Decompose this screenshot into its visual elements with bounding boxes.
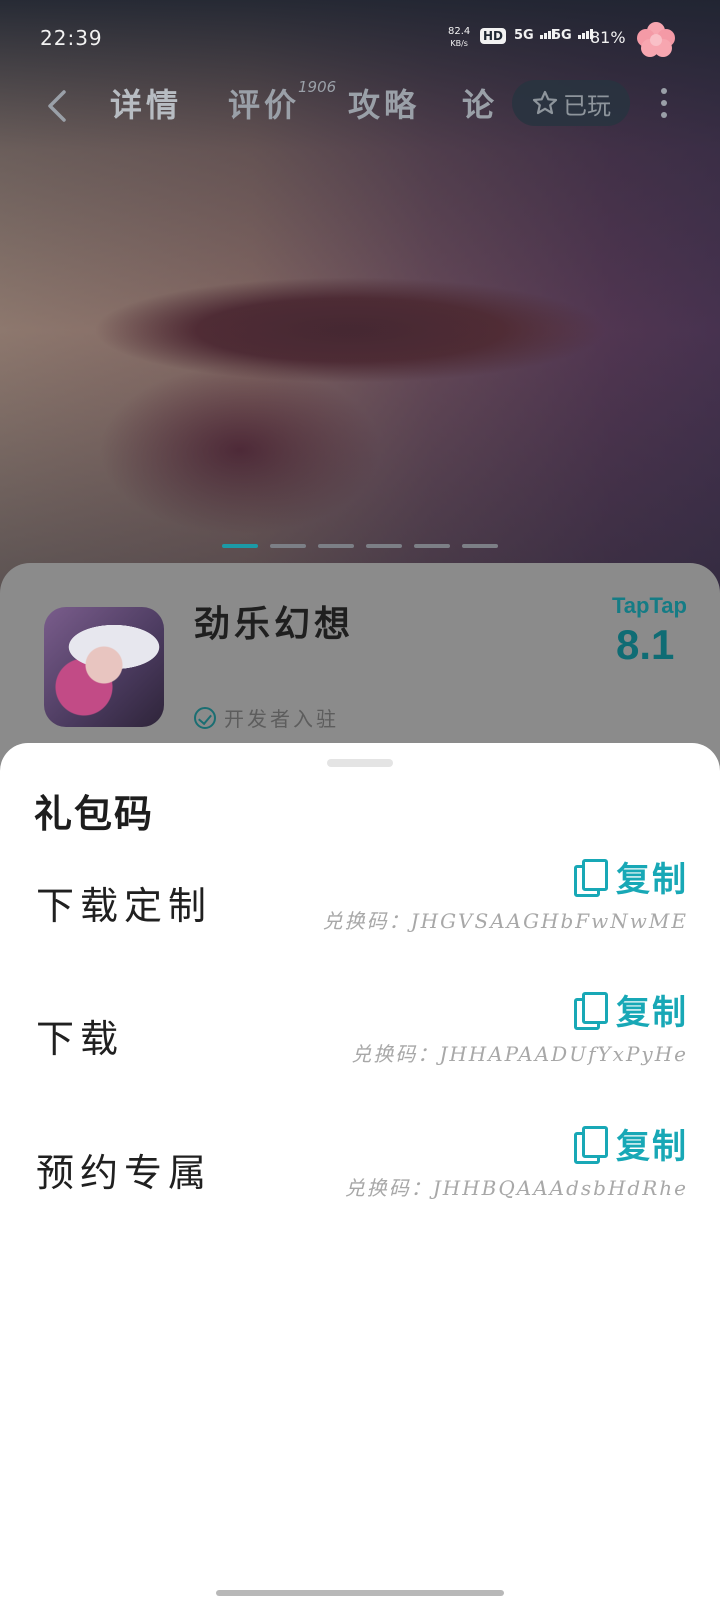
carousel-dot[interactable] — [318, 544, 354, 548]
clock: 22:39 — [40, 26, 103, 50]
gift-name: 预约专属 — [36, 1151, 213, 1195]
redeem-code: 兑换码：JHHBQAAAdsbHdRhe — [344, 1176, 688, 1200]
signal-icon: 5G — [514, 28, 556, 43]
network-speed-value: 82.4 — [448, 26, 471, 37]
carousel-dot[interactable] — [222, 544, 258, 548]
developer-badge-label: 开发者入驻 — [224, 707, 339, 731]
developer-badge[interactable]: 开发者入驻 — [194, 703, 339, 732]
tab-detail[interactable]: 详情 — [110, 80, 182, 126]
review-count-badge: 1906 — [298, 78, 337, 96]
game-app-icon[interactable] — [44, 607, 164, 727]
played-button[interactable]: 已玩 — [512, 80, 630, 126]
gift-code-row: 下载 复制 兑换码：JHHAPAADUfYxPyHe — [0, 988, 720, 1098]
flower-avatar-icon — [637, 22, 675, 57]
gift-name: 下载定制 — [36, 884, 213, 928]
played-label: 已玩 — [563, 91, 611, 120]
copy-icon — [574, 859, 608, 897]
carousel-dot[interactable] — [366, 544, 402, 548]
copy-button[interactable]: 复制 — [574, 855, 688, 900]
signal-label: 5G — [552, 28, 572, 43]
copy-label: 复制 — [616, 992, 688, 1033]
carousel-indicator — [222, 544, 498, 548]
verified-check-icon — [194, 706, 216, 729]
sheet-title: 礼包码 — [34, 791, 155, 836]
carousel-dot[interactable] — [270, 544, 306, 548]
gift-code-row: 预约专属 复制 兑换码：JHHBQAAAdsbHdRhe — [0, 1122, 720, 1232]
gift-name: 下载 — [36, 1017, 125, 1061]
rating-score: 8.1 — [616, 621, 675, 668]
signal-label: 5G — [514, 28, 534, 43]
copy-label: 复制 — [616, 1126, 688, 1167]
tab-guide[interactable]: 攻略 — [348, 80, 420, 126]
home-indicator[interactable] — [216, 1590, 504, 1596]
hd-voice-icon: HD — [480, 28, 507, 44]
star-outline-icon — [532, 90, 558, 115]
network-speed: 82.4 KB/s — [448, 26, 470, 50]
status-bar: 22:39 82.4 KB/s HD 5G 5G 81% — [0, 0, 720, 70]
tab-review[interactable]: 评价 — [228, 80, 300, 126]
detail-nav-bar: 详情 评价 1906 攻略 论 已玩 — [0, 70, 720, 140]
back-arrow-icon[interactable] — [42, 86, 72, 126]
game-title: 劲乐幻想 — [194, 603, 355, 645]
copy-label: 复制 — [616, 859, 688, 900]
carousel-dot[interactable] — [414, 544, 450, 548]
copy-button[interactable]: 复制 — [574, 1122, 688, 1167]
copy-icon — [574, 1126, 608, 1164]
network-speed-unit: KB/s — [450, 39, 468, 48]
copy-icon — [574, 992, 608, 1030]
more-options-icon[interactable] — [654, 88, 674, 120]
gift-code-row: 下载定制 复制 兑换码：JHGVSAAGHbFwNwME — [0, 855, 720, 965]
redeem-code: 兑换码：JHHAPAADUfYxPyHe — [351, 1042, 688, 1066]
signal-icon: 5G — [552, 28, 594, 43]
carousel-dot[interactable] — [462, 544, 498, 548]
rating-brand-label: TapTap — [612, 593, 687, 618]
sheet-drag-handle[interactable] — [327, 759, 393, 767]
tab-forum[interactable]: 论 — [462, 80, 498, 126]
redeem-code: 兑换码：JHGVSAAGHbFwNwME — [322, 909, 688, 933]
copy-button[interactable]: 复制 — [574, 988, 688, 1033]
battery-level: 81% — [590, 28, 626, 47]
